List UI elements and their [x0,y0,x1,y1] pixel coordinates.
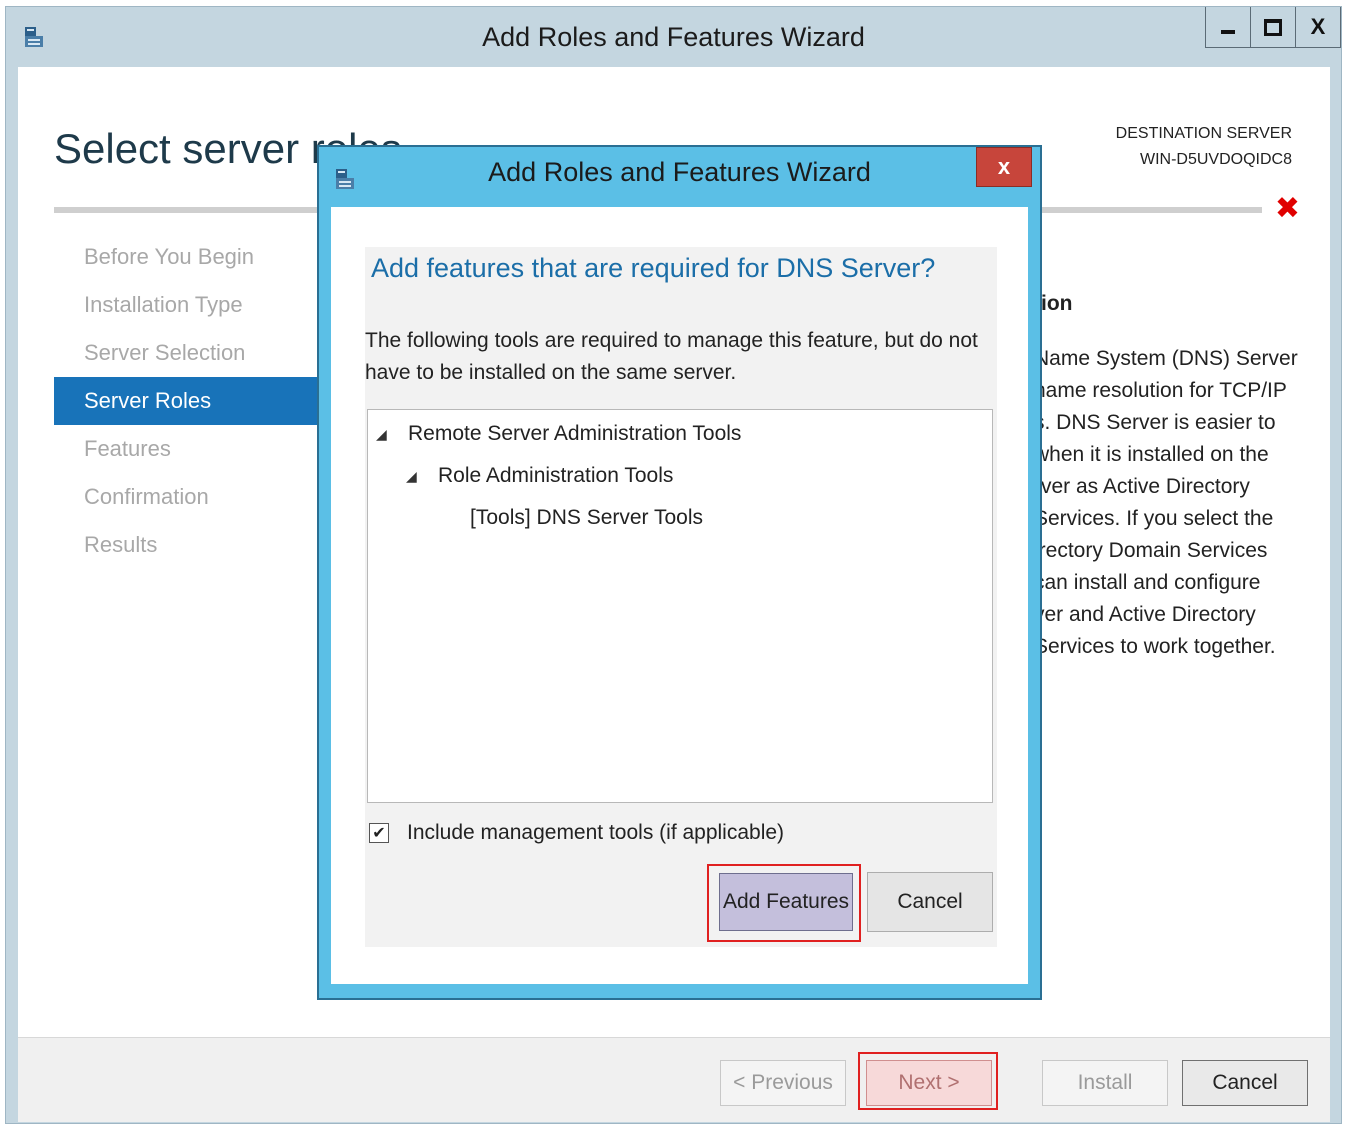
close-icon: x [997,154,1011,179]
tree-item[interactable]: ◢ Role Administration Tools [406,464,673,488]
dialog-title: Add Roles and Features Wizard [488,157,871,187]
include-management-tools-option[interactable]: ✔ Include management tools (if applicabl… [367,821,784,845]
expand-arrow-icon[interactable]: ◢ [376,426,396,443]
dialog-close-button[interactable]: x [976,147,1032,187]
add-features-button[interactable]: Add Features [719,873,853,931]
dialog-description: The following tools are required to mana… [365,329,978,384]
tree-item[interactable]: ◢ Remote Server Administration Tools [376,422,741,446]
dialog-panel: Add features that are required for DNS S… [365,247,997,947]
dialog-content: Add features that are required for DNS S… [331,207,1028,984]
expand-arrow-icon[interactable]: ◢ [406,468,426,485]
required-features-tree[interactable]: ◢ Remote Server Administration Tools ◢ R… [367,409,993,803]
add-features-dialog: Add Roles and Features Wizard x Add feat… [317,145,1042,1000]
dialog-cancel-button[interactable]: Cancel [867,872,993,932]
dialog-heading: Add features that are required for DNS S… [371,253,936,283]
include-management-tools-checkbox[interactable]: ✔ [369,823,389,843]
include-management-tools-label: Include management tools (if applicable) [407,821,785,844]
modal-layer: Add Roles and Features Wizard x Add feat… [0,0,1347,1129]
tree-item-label: [Tools] DNS Server Tools [470,506,704,529]
tree-item[interactable]: [Tools] DNS Server Tools [470,506,703,530]
tree-item-label: Remote Server Administration Tools [408,422,742,445]
tree-item-label: Role Administration Tools [438,464,674,487]
